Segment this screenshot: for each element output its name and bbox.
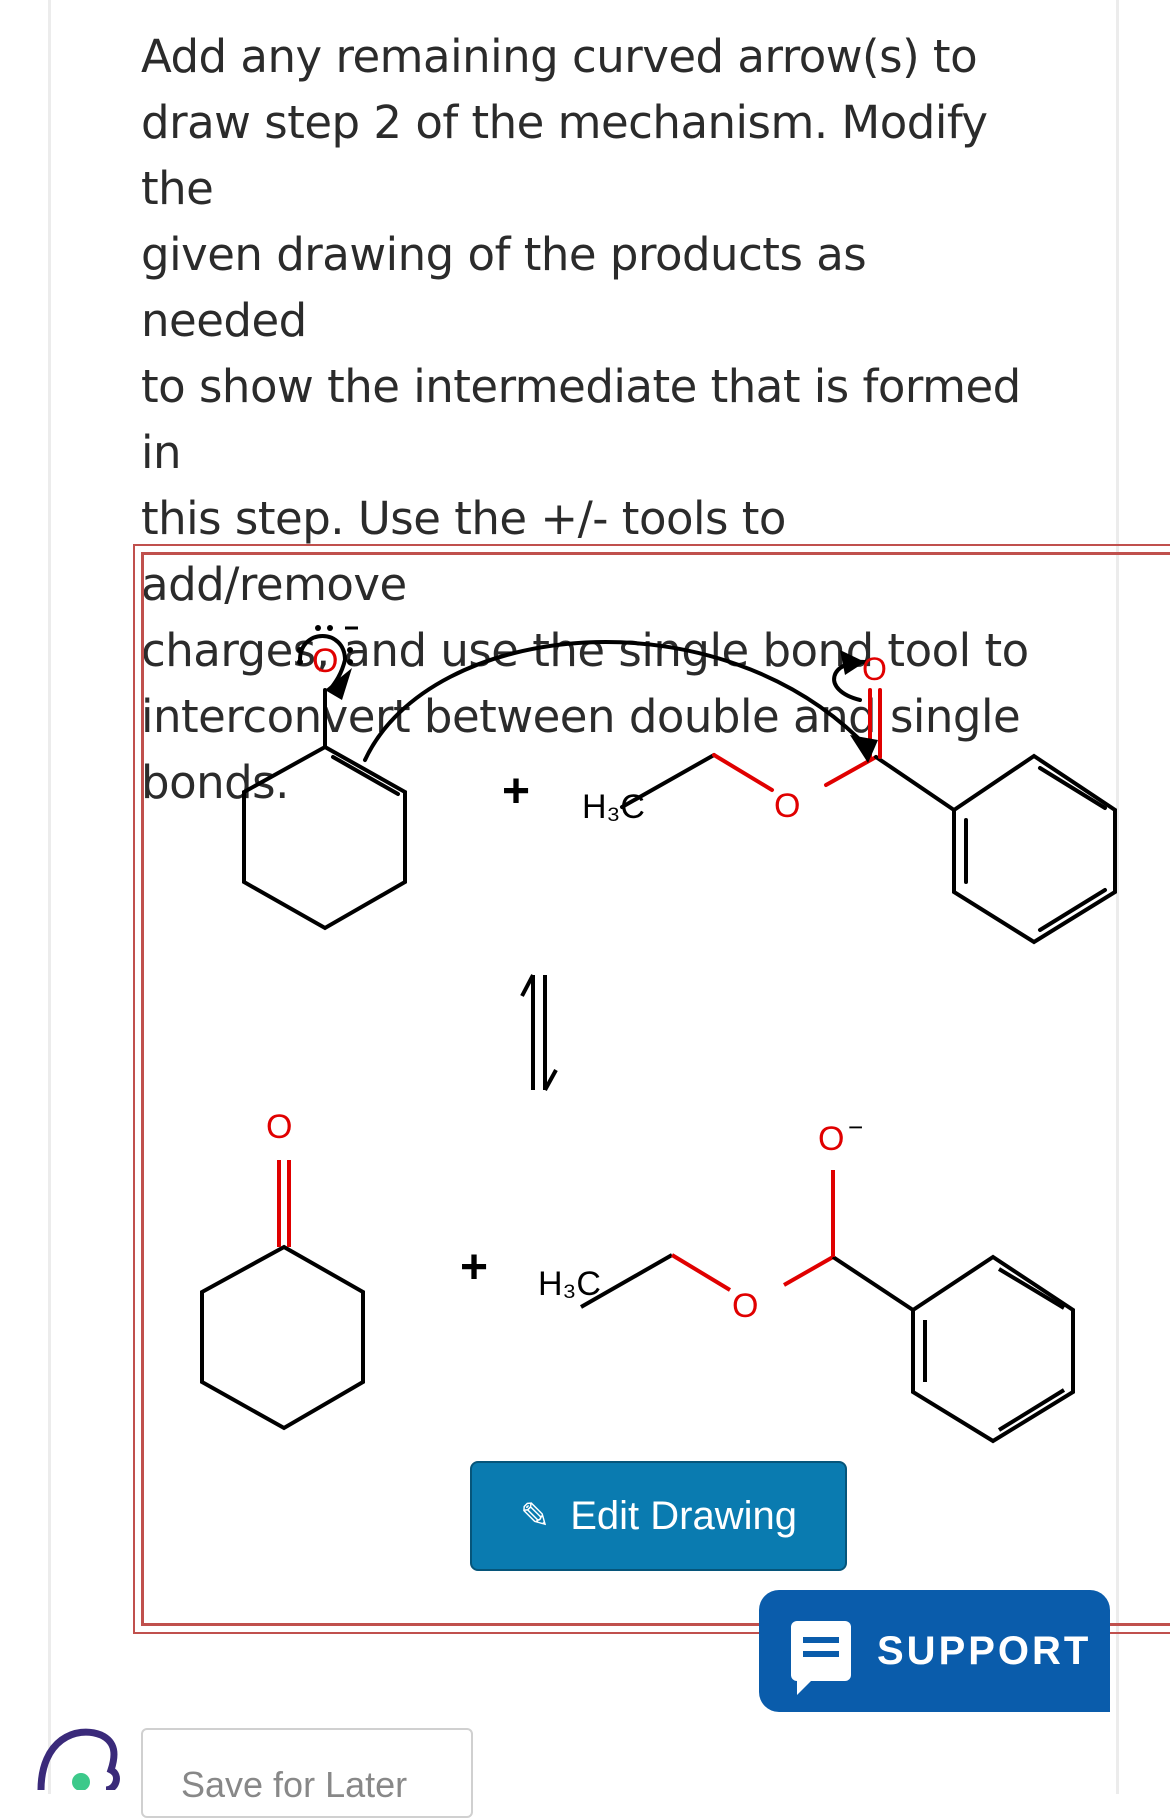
oxygen-top-left: O: [312, 642, 338, 680]
edit-drawing-button[interactable]: ✎ Edit Drawing: [470, 1461, 847, 1571]
svg-text:O: O: [774, 787, 800, 825]
edit-drawing-label: Edit Drawing: [570, 1493, 797, 1538]
oxygen-ketone: O: [266, 1108, 292, 1146]
curved-arrow-main: [363, 640, 872, 762]
ring-double-bond: [331, 755, 400, 796]
support-label: SUPPORT: [877, 1628, 1092, 1673]
h3c-label-top: H₃C: [582, 788, 645, 826]
phenyl-ring-bottom: [911, 1254, 1075, 1444]
support-button[interactable]: SUPPORT: [759, 1590, 1110, 1712]
svg-text:O: O: [862, 651, 887, 687]
h3c-label-bottom: H₃C: [538, 1265, 601, 1303]
oxygen-alkoxide: O: [818, 1120, 844, 1158]
chat-icon: [791, 1621, 851, 1695]
cyclohexene-ring: [242, 744, 407, 931]
plus-sign-bottom: +: [460, 1241, 488, 1294]
svg-text:O: O: [732, 1287, 758, 1325]
phenyl-ring-top: [952, 753, 1117, 945]
cyclohexanone-ring: [200, 1244, 365, 1431]
plus-sign-top: +: [502, 765, 530, 818]
avatar-icon: [37, 1728, 120, 1790]
save-for-later-button[interactable]: Save for Later: [141, 1728, 473, 1818]
negative-charge: −: [848, 1112, 863, 1142]
pencil-icon: ✎: [520, 1495, 551, 1536]
